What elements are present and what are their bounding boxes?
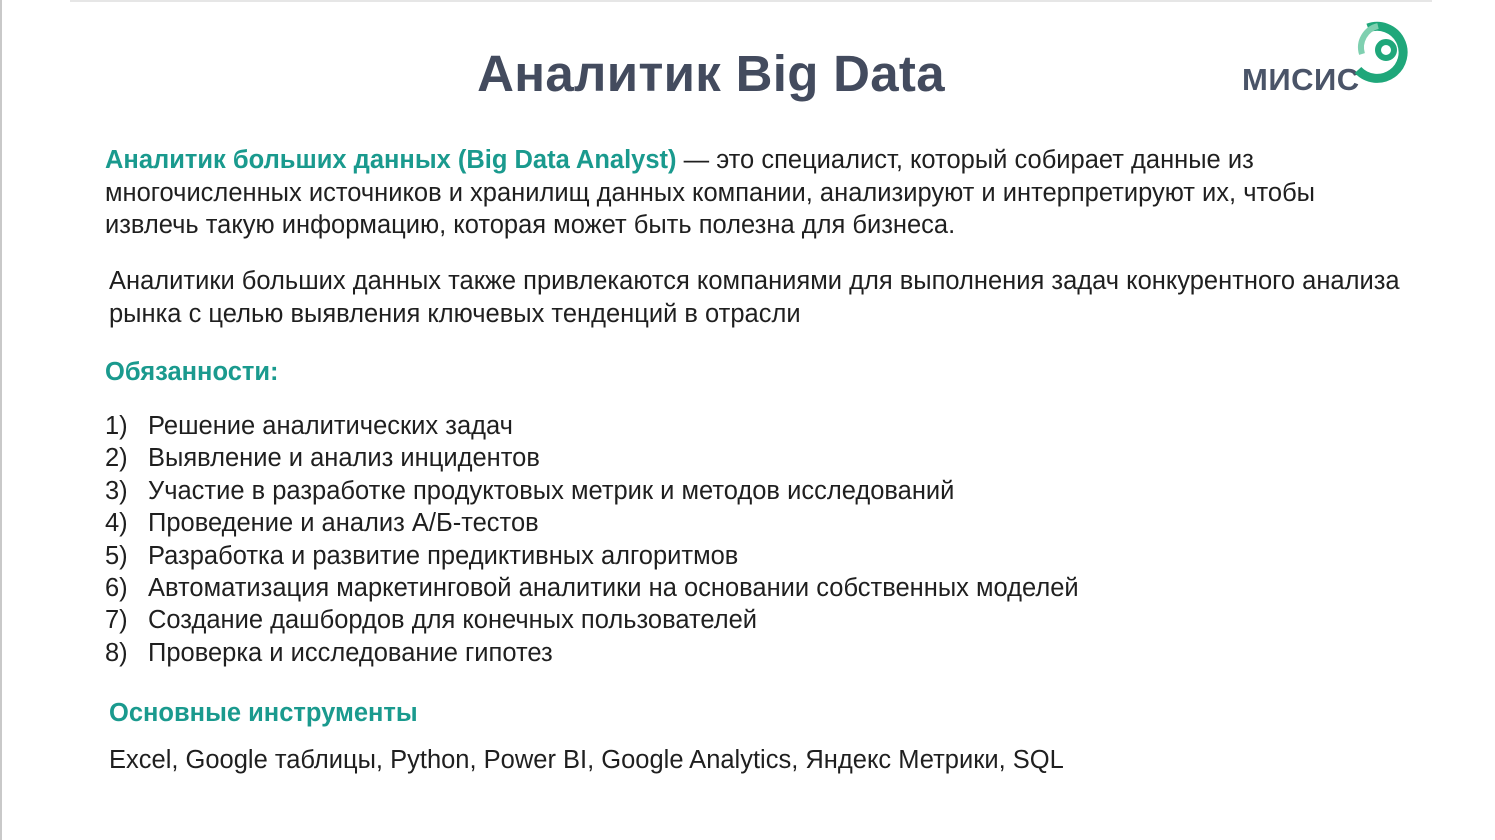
list-item: 8) Проверка и исследование гипотез (105, 637, 1079, 669)
list-item-number: 2) (105, 444, 128, 473)
list-item-text: Выявление и анализ инцидентов (148, 444, 540, 473)
list-item: 1) Решение аналитических задач (105, 410, 1079, 442)
slide-frame: Аналитик Big Data МИСИС Аналитик больших… (0, 0, 1495, 840)
duties-heading: Обязанности: (105, 358, 279, 386)
list-item-number: 1) (105, 412, 128, 440)
list-item: 6) Автоматизация маркетинговой аналитики … (105, 572, 1079, 604)
list-item: 2) Выявление и анализ инцидентов (105, 442, 1079, 474)
duties-list: 1) Решение аналитических задач 2) Выявлени… (105, 410, 1079, 669)
competitive-analysis-paragraph: Аналитики больших данных также привлекаю… (109, 267, 1400, 328)
list-item-text: Создание дашбордов для конечных пользова… (148, 606, 758, 635)
logo-ring-icon (1354, 21, 1408, 83)
list-item-text: Разработка и развитие предиктивных алгор… (148, 541, 739, 570)
list-item-text: Участие в разработке продуктовых метрик … (148, 476, 955, 505)
list-item-text: Проверка и исследование гипотез (148, 638, 553, 667)
list-item-text: Решение аналитических задач (148, 412, 513, 440)
list-item-number: 8) (105, 638, 128, 667)
top-divider (70, 0, 1432, 2)
misis-logo: МИСИС (1238, 14, 1420, 97)
list-item-text: Проведение и анализ А/Б-тестов (148, 509, 539, 538)
definition-term: Аналитик больших данных (Big Data Analys… (105, 146, 677, 174)
list-item: 4) Проведение и анализ А/Б-тестов (105, 507, 1079, 539)
list-item: 5) Разработка и развитие предиктивных алг… (105, 540, 1079, 572)
list-item: 7) Создание дашбордов для конечных пользо… (105, 604, 1079, 636)
list-item-number: 5) (105, 541, 128, 570)
tools-heading: Основные инструменты (109, 699, 418, 727)
tools-list: Excel, Google таблицы, Python, Power BI,… (109, 746, 1064, 774)
list-item-number: 3) (105, 476, 128, 505)
slide-title: Аналитик Big Data (477, 45, 945, 102)
list-item-number: 6) (105, 574, 128, 603)
logo-text: МИСИС (1242, 62, 1360, 97)
list-item: 3) Участие в разработке продуктовых метри… (105, 475, 1079, 507)
definition-paragraph: Аналитик больших данных (Big Data Analys… (105, 144, 1415, 242)
list-item-number: 4) (105, 509, 128, 538)
list-item-text: Автоматизация маркетинговой аналитики на… (148, 574, 1079, 603)
list-item-number: 7) (105, 606, 128, 635)
